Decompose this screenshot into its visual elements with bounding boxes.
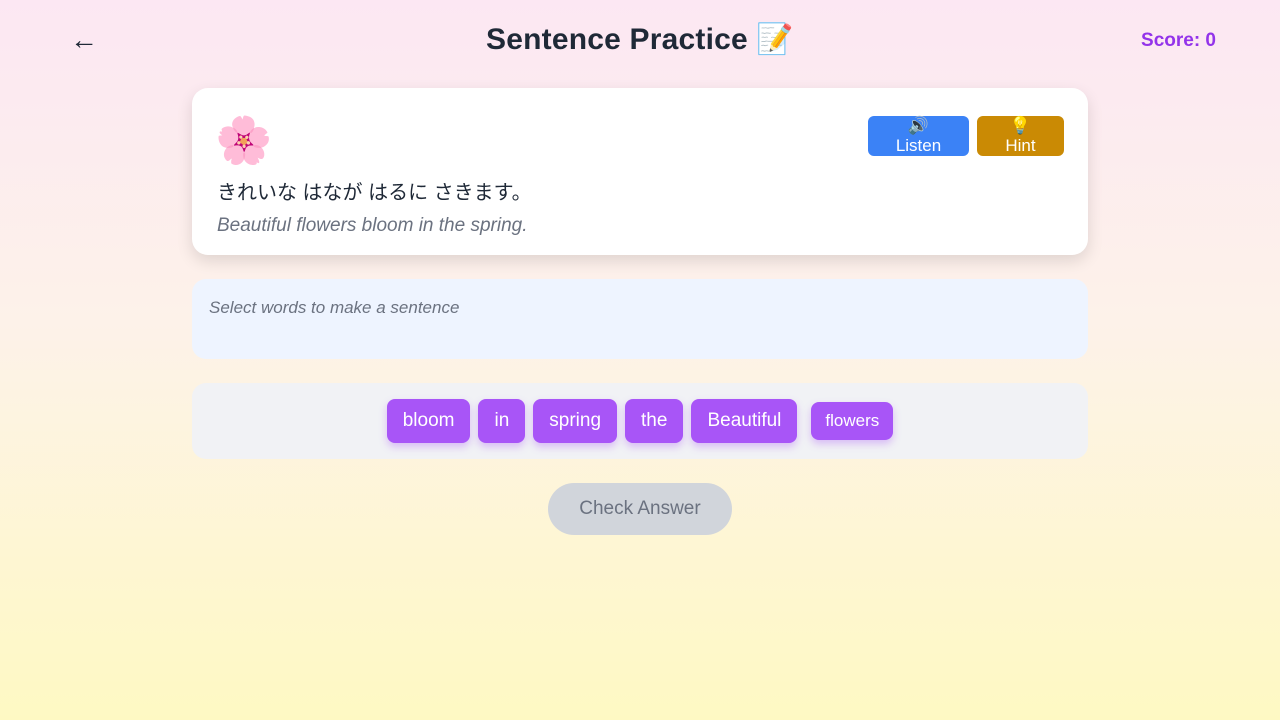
word-chip-spring[interactable]: spring bbox=[533, 399, 618, 443]
prompt-card: 🌸 🔊 Listen 💡 Hint きれいな はなが はるに さきます。 Bea… bbox=[192, 88, 1088, 255]
word-bank: bloom in spring the Beautiful flowers bbox=[192, 383, 1088, 459]
word-chip-in[interactable]: in bbox=[478, 399, 526, 443]
top-bar: ← Sentence Practice 📝 Score: 0 bbox=[0, 0, 1280, 82]
check-answer-button[interactable]: Check Answer bbox=[548, 483, 732, 535]
cherry-blossom-icon: 🌸 bbox=[215, 114, 273, 166]
english-translation: Beautiful flowers bloom in the spring. bbox=[217, 215, 528, 236]
hint-button[interactable]: 💡 Hint bbox=[977, 116, 1064, 156]
word-chip-beautiful[interactable]: Beautiful bbox=[691, 399, 798, 443]
answer-placeholder: Select words to make a sentence bbox=[209, 298, 460, 317]
answer-drop-area[interactable]: Select words to make a sentence bbox=[192, 279, 1088, 359]
page-title: Sentence Practice 📝 bbox=[486, 23, 794, 56]
japanese-sentence: きれいな はなが はるに さきます。 bbox=[217, 182, 532, 204]
word-chip-the[interactable]: the bbox=[625, 399, 684, 443]
prompt-actions: 🔊 Listen 💡 Hint bbox=[868, 116, 1064, 156]
word-chip-bloom[interactable]: bloom bbox=[386, 399, 471, 443]
listen-button[interactable]: 🔊 Listen bbox=[868, 116, 969, 156]
word-chip-flowers[interactable]: flowers bbox=[811, 402, 894, 440]
score-display: Score: 0 bbox=[1141, 30, 1216, 51]
